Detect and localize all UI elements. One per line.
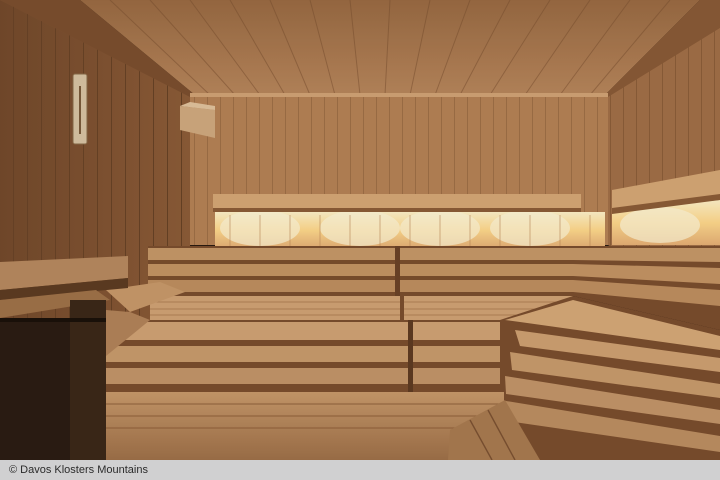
- sauna-scene: [0, 0, 720, 460]
- sauna-photo: © Davos Klosters Mountains: [0, 0, 720, 480]
- photo-credit-bar: © Davos Klosters Mountains: [0, 460, 720, 480]
- photo-credit: © Davos Klosters Mountains: [9, 464, 148, 476]
